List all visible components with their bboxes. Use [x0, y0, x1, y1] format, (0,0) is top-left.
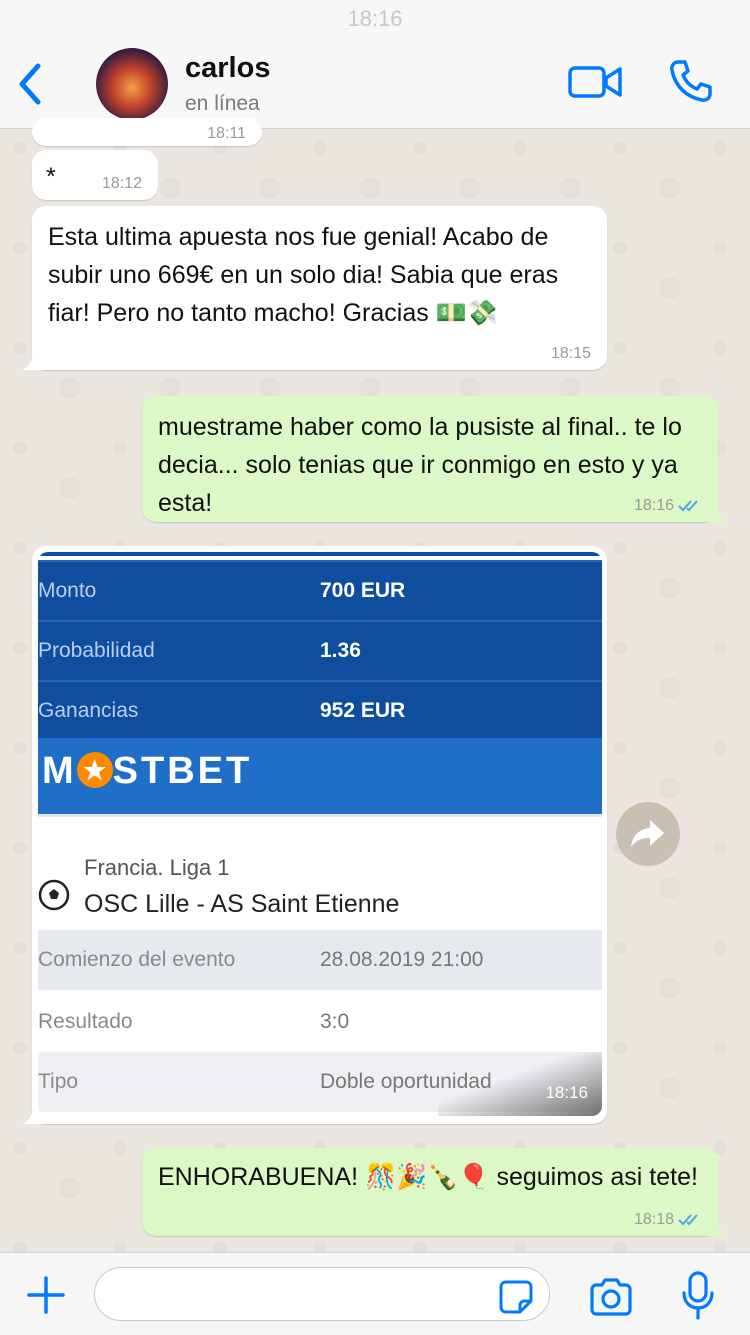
detail-label: Comienzo del evento [38, 948, 236, 971]
microphone-icon[interactable] [680, 1271, 716, 1321]
double-check-icon [678, 500, 698, 512]
bubble-tail [706, 1216, 728, 1236]
message-meta: 18:16 [634, 496, 702, 516]
message-text: Esta ultima apuesta nos fue genial! Acab… [48, 223, 559, 327]
soccer-ball-icon [38, 879, 70, 911]
detail-label: Tipo [38, 1070, 79, 1093]
bubble-tail [22, 350, 44, 370]
message-time: 18:16 [633, 497, 674, 514]
sticker-icon[interactable] [498, 1279, 534, 1315]
bet-row: Probabilidad 1.36 [38, 620, 602, 680]
message-time: 18:12 [101, 175, 142, 192]
bet-slip-image[interactable]: Monto 700 EUR Probabilidad 1.36 Ganancia… [38, 552, 602, 1116]
match-info: Francia. Liga 1 OSC Lille - AS Saint Eti… [38, 814, 602, 933]
message-time: 18:15 [550, 345, 591, 362]
double-check-icon [678, 1214, 698, 1226]
message-meta: 18:18 [634, 1210, 702, 1230]
detail-value: 3:0 [320, 1010, 350, 1033]
message-incoming[interactable]: Esta ultima apuesta nos fue genial! Acab… [22, 206, 607, 370]
status-bar-time: 18:16 [347, 6, 403, 31]
message-text: * [46, 163, 56, 191]
message-input[interactable] [94, 1267, 550, 1321]
composer-bar [0, 1252, 750, 1335]
detail-label: Resultado [38, 1010, 133, 1033]
message-text: muestrame haber como la pusiste al final… [158, 413, 682, 517]
brand-logo: M ★ STBET [42, 750, 253, 792]
bet-row-label: Monto [38, 579, 97, 602]
chevron-left-icon[interactable] [14, 60, 46, 108]
video-camera-icon[interactable] [568, 64, 622, 100]
phone-icon[interactable] [668, 58, 714, 104]
bet-row-label: Ganancias [38, 699, 139, 722]
message-outgoing[interactable]: muestrame haber como la pusiste al final… [142, 396, 728, 522]
bet-row-value: 952 EUR [320, 699, 406, 722]
league-name: Francia. Liga 1 [84, 855, 230, 880]
message-time: 18:11 [207, 125, 246, 142]
detail-row: Comienzo del evento 28.08.2019 21:00 [38, 930, 602, 990]
brand-bar: M ★ STBET [38, 738, 602, 814]
contact-name[interactable]: carlos [185, 52, 270, 85]
message-image[interactable]: Monto 700 EUR Probabilidad 1.36 Ganancia… [22, 546, 607, 1124]
bet-row-cutoff [38, 552, 602, 556]
message-incoming[interactable]: * 18:12 [32, 150, 158, 200]
bubble-tail [706, 502, 728, 522]
message-time: 18:18 [633, 1211, 674, 1228]
contact-status: en línea [185, 92, 260, 115]
forward-arrow-icon [631, 820, 664, 847]
message-incoming[interactable]: 18:11 [32, 118, 262, 146]
bet-row-label: Probabilidad [38, 639, 155, 662]
plus-icon[interactable] [26, 1275, 66, 1315]
bet-row: Ganancias 952 EUR [38, 680, 602, 740]
camera-icon[interactable] [588, 1277, 634, 1317]
message-outgoing[interactable]: ENHORABUENA! 🎊🎉🍾🎈 seguimos asi tete! 18:… [142, 1148, 728, 1236]
bet-row-value: 1.36 [320, 639, 361, 662]
detail-value: 28.08.2019 21:00 [320, 948, 484, 971]
message-text: ENHORABUENA! 🎊🎉🍾🎈 seguimos asi tete! [158, 1163, 698, 1191]
match-teams: OSC Lille - AS Saint Etienne [84, 890, 400, 918]
star-icon: ★ [76, 752, 113, 788]
message-time: 18:16 [545, 1083, 588, 1102]
forward-button[interactable] [616, 802, 680, 866]
bet-row-value: 700 EUR [320, 579, 406, 602]
avatar[interactable] [96, 48, 168, 120]
detail-row: Resultado 3:0 [38, 992, 602, 1052]
bet-row: Monto 700 EUR [38, 560, 602, 620]
chat-header: 18:16 carlos en línea [0, 0, 750, 129]
